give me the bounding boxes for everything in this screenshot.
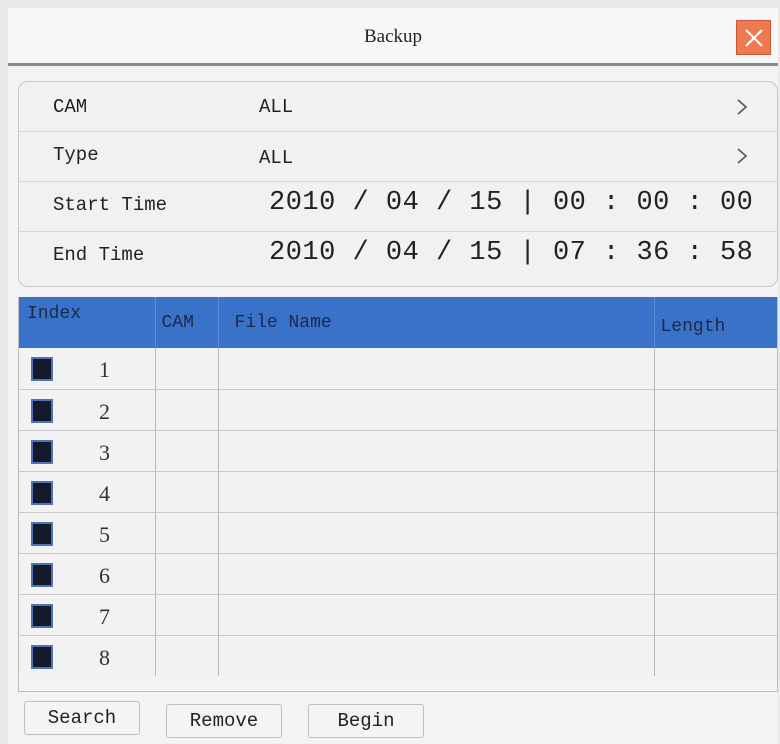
table-row[interactable]: 5 — [19, 512, 777, 554]
search-button[interactable]: Search — [24, 701, 140, 735]
end-time-row: End Time 2010 / 04 / 15 | 07 : 36 : 58 — [19, 232, 777, 282]
row-index: 8 — [99, 644, 110, 670]
table-row[interactable]: 6 — [19, 553, 777, 595]
cam-label: CAM — [53, 96, 88, 118]
table-header-row: Index CAM File Name Length — [19, 297, 777, 348]
table-row[interactable]: 8 — [19, 635, 777, 676]
index-cell: 7 — [19, 594, 156, 636]
column-header-length: Length — [654, 297, 777, 348]
row-checkbox[interactable] — [31, 480, 53, 505]
start-time-row: Start Time 2010 / 04 / 15 | 00 : 00 : 00 — [19, 182, 777, 232]
start-time-label: Start Time — [53, 194, 168, 216]
file-name-cell — [218, 348, 655, 390]
row-checkbox[interactable] — [31, 357, 53, 381]
file-name-cell — [218, 635, 655, 676]
cam-cell — [155, 430, 219, 472]
index-cell: 8 — [19, 635, 156, 676]
table-row[interactable]: 7 — [19, 594, 777, 636]
cam-cell — [155, 594, 219, 636]
row-index: 3 — [99, 439, 110, 465]
file-name-cell — [218, 594, 655, 636]
column-header-file-name: File Name — [218, 297, 655, 348]
index-cell: 6 — [19, 553, 156, 595]
table-row[interactable]: 1 — [19, 348, 777, 390]
row-index: 7 — [99, 603, 110, 629]
dialog-title: Backup — [363, 26, 423, 47]
table-row[interactable]: 2 — [19, 389, 777, 431]
end-time-label: End Time — [53, 244, 145, 266]
close-icon — [745, 29, 763, 47]
column-header-index: Index — [19, 297, 156, 348]
end-time-value[interactable]: 2010 / 04 / 15 | 07 : 36 : 58 — [269, 238, 753, 268]
file-name-cell — [218, 430, 655, 472]
index-cell: 3 — [19, 430, 156, 472]
length-cell — [654, 389, 777, 431]
row-index: 4 — [99, 480, 110, 506]
begin-button[interactable]: Begin — [308, 704, 424, 738]
cam-value[interactable]: ALL — [259, 96, 293, 118]
length-cell — [654, 594, 777, 636]
length-cell — [654, 348, 777, 390]
start-time-value[interactable]: 2010 / 04 / 15 | 00 : 00 : 00 — [269, 188, 753, 218]
row-checkbox[interactable] — [31, 603, 53, 628]
column-header-cam: CAM — [155, 297, 219, 348]
table-row[interactable]: 4 — [19, 471, 777, 513]
row-index: 1 — [99, 357, 110, 382]
row-index: 6 — [99, 562, 110, 588]
index-cell: 1 — [19, 348, 156, 390]
cam-cell — [155, 553, 219, 595]
type-value[interactable]: ALL — [259, 147, 293, 169]
type-label: Type — [53, 144, 99, 166]
row-checkbox[interactable] — [31, 562, 53, 587]
chevron-right-icon[interactable] — [735, 99, 749, 115]
table-row[interactable]: 3 — [19, 430, 777, 472]
row-checkbox[interactable] — [31, 521, 53, 546]
row-index: 2 — [99, 398, 110, 424]
cam-cell — [155, 635, 219, 676]
cam-cell — [155, 471, 219, 513]
index-cell: 4 — [19, 471, 156, 513]
type-row[interactable]: Type ALL — [19, 132, 777, 182]
close-button[interactable] — [736, 20, 771, 55]
length-cell — [654, 430, 777, 472]
length-cell — [654, 512, 777, 554]
cam-cell — [155, 348, 219, 390]
file-name-cell — [218, 512, 655, 554]
cam-cell — [155, 389, 219, 431]
chevron-right-icon[interactable] — [735, 148, 749, 164]
title-bar: Backup — [8, 8, 778, 66]
index-cell: 5 — [19, 512, 156, 554]
row-checkbox[interactable] — [31, 439, 53, 464]
file-name-cell — [218, 471, 655, 513]
backup-dialog: Backup CAM ALL Type ALL Start Time 2010 … — [8, 8, 778, 744]
cam-cell — [155, 512, 219, 554]
backup-parameters: CAM ALL Type ALL Start Time 2010 / 04 / … — [18, 81, 778, 287]
length-cell — [654, 635, 777, 676]
index-cell: 2 — [19, 389, 156, 431]
row-checkbox[interactable] — [31, 398, 53, 423]
file-name-cell — [218, 389, 655, 431]
remove-button[interactable]: Remove — [166, 704, 282, 738]
cam-row[interactable]: CAM ALL — [19, 82, 777, 132]
length-cell — [654, 471, 777, 513]
file-name-cell — [218, 553, 655, 595]
row-index: 5 — [99, 521, 110, 547]
file-table: Index CAM File Name Length 1 2 3 4 5 6 7… — [18, 297, 778, 692]
row-checkbox[interactable] — [31, 644, 53, 669]
length-cell — [654, 553, 777, 595]
